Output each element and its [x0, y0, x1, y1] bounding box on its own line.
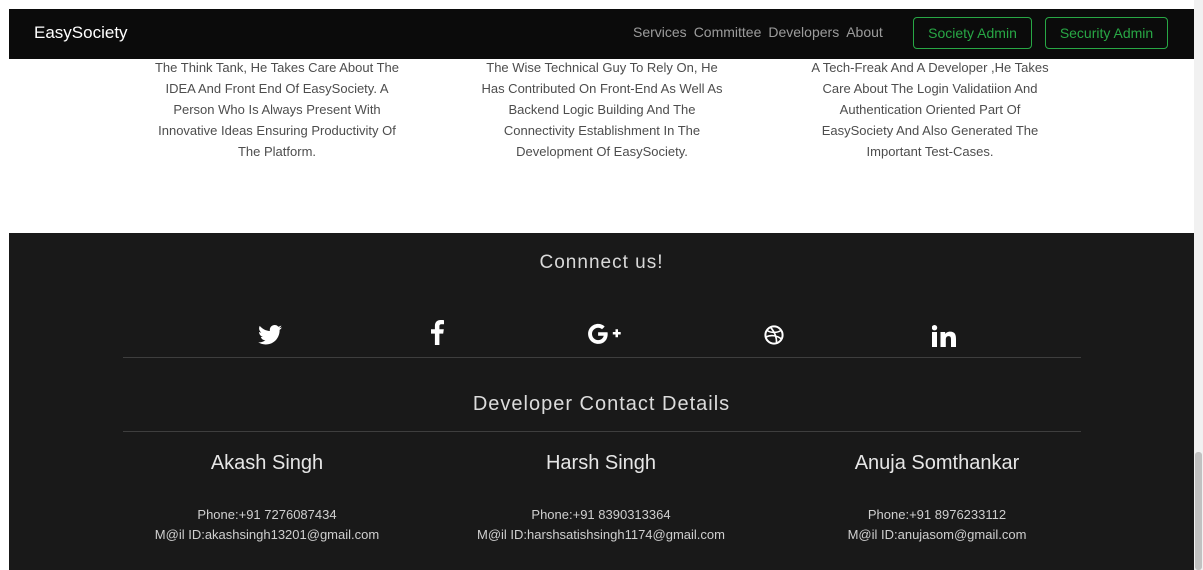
- description-line: The Think Tank, He Takes Care About The: [154, 60, 400, 75]
- developer-phone: Phone:+91 7276087434: [197, 507, 337, 522]
- developer-email: M@il ID:akashsingh13201@gmail.com: [154, 527, 380, 542]
- nav-link-developers[interactable]: Developers: [768, 24, 839, 40]
- nav-link-services[interactable]: Services: [633, 24, 687, 40]
- google-plus-icon[interactable]: [587, 323, 625, 350]
- footer: Connnect us! Developer Contact Details A…: [9, 233, 1194, 570]
- top-navbar: EasySociety Services Committee Developer…: [9, 9, 1194, 59]
- contact-details-title: Developer Contact Details: [472, 393, 731, 415]
- developer-contact-anuja: Anuja Somthankar Phone:+91 8976233112 M@…: [777, 452, 1097, 545]
- description-line: EasySociety And Also Generated The: [821, 123, 1039, 138]
- description-line: Development Of EasySociety.: [516, 144, 688, 159]
- developer-description-akash: The Think Tank, He Takes Care About The …: [127, 57, 427, 162]
- nav-link-committee[interactable]: Committee: [694, 24, 762, 40]
- linkedin-icon[interactable]: [931, 325, 959, 352]
- developer-name: Harsh Singh: [545, 452, 657, 474]
- description-line: IDEA And Front End Of EasySociety. A: [165, 81, 389, 96]
- developer-phone: Phone:+91 8390313364: [531, 507, 671, 522]
- description-line: Authentication Oriented Part Of: [839, 102, 1021, 117]
- developer-email: M@il ID:anujasom@gmail.com: [847, 527, 1027, 542]
- facebook-icon[interactable]: [431, 320, 444, 350]
- description-line: Important Test-Cases.: [866, 144, 994, 159]
- developer-name: Anuja Somthankar: [854, 452, 1020, 474]
- nav-link-about[interactable]: About: [846, 24, 883, 40]
- brand-logo[interactable]: EasySociety: [34, 23, 128, 43]
- description-line: Backend Logic Building And The: [508, 102, 696, 117]
- twitter-icon[interactable]: [258, 325, 282, 350]
- divider: [123, 431, 1081, 432]
- description-line: Care About The Login Validatiion And: [822, 81, 1038, 96]
- description-line: Innovative Ideas Ensuring Productivity O…: [158, 123, 396, 138]
- nav-links: Services Committee Developers About: [633, 24, 890, 40]
- description-line: Has Contributed On Front-End As Well As: [481, 81, 723, 96]
- developer-contact-akash: Akash Singh Phone:+91 7276087434 M@il ID…: [107, 452, 427, 545]
- description-line: A Tech-Freak And A Developer ,He Takes: [811, 60, 1049, 75]
- developer-phone: Phone:+91 8976233112: [867, 507, 1007, 522]
- divider: [123, 357, 1081, 358]
- developer-contact-harsh: Harsh Singh Phone:+91 8390313364 M@il ID…: [441, 452, 761, 545]
- connect-title: Connnect us!: [539, 252, 664, 273]
- page-scrollbar[interactable]: [1194, 0, 1203, 570]
- society-admin-button[interactable]: Society Admin: [913, 17, 1032, 49]
- dribbble-icon[interactable]: [764, 325, 784, 350]
- developer-description-harsh: The Wise Technical Guy To Rely On, He Ha…: [452, 57, 752, 162]
- description-line: The Wise Technical Guy To Rely On, He: [486, 60, 718, 75]
- description-line: The Platform.: [237, 144, 317, 159]
- developer-description-anuja: A Tech-Freak And A Developer ,He Takes C…: [780, 57, 1080, 162]
- description-line: Person Who Is Always Present With: [173, 102, 381, 117]
- security-admin-button[interactable]: Security Admin: [1045, 17, 1168, 49]
- developer-name: Akash Singh: [210, 452, 324, 474]
- window-left-margin: [0, 0, 9, 570]
- developer-email: M@il ID:harshsatishsingh1174@gmail.com: [477, 527, 725, 542]
- description-line: Connectivity Establishment In The: [503, 123, 701, 138]
- scrollbar-thumb[interactable]: [1195, 452, 1202, 570]
